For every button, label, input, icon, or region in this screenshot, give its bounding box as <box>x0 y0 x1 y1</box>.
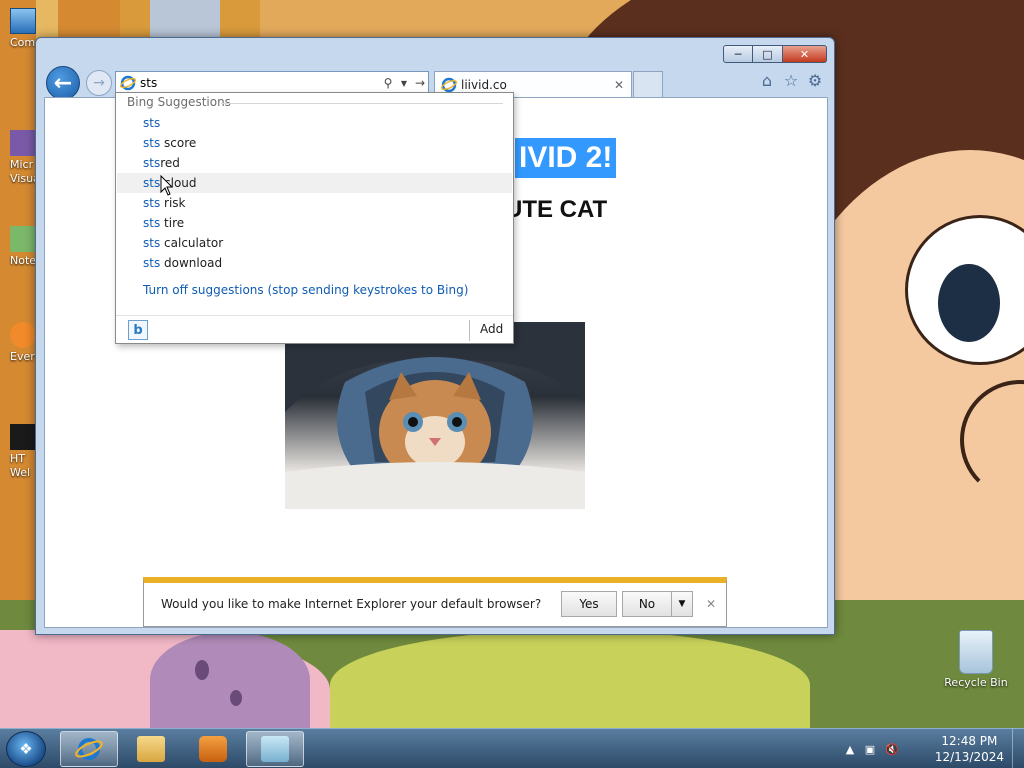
visual-studio-icon <box>10 130 36 156</box>
notification-text: Would you like to make Internet Explorer… <box>161 597 542 611</box>
ie-tab-icon <box>441 77 457 92</box>
suggestions-footer: b Add <box>116 315 513 344</box>
start-button[interactable]: ❖ <box>6 731 46 767</box>
suggestion-item[interactable]: sts risk <box>117 193 512 213</box>
maximize-button[interactable]: □ <box>753 45 783 63</box>
taskbar-internet-explorer[interactable] <box>60 731 118 767</box>
system-tray: ▲ ▣ 🔇 12:48 PM 12/13/2024 <box>834 729 1024 768</box>
desktop-icon-computer[interactable]: Com <box>0 8 40 50</box>
page-subheading: UTE CAT <box>505 196 608 223</box>
taskbar-notepad[interactable] <box>246 731 304 767</box>
cat-image <box>285 322 585 509</box>
home-icon[interactable]: ⌂ <box>758 71 776 90</box>
folder-icon <box>137 736 165 762</box>
network-icon[interactable]: ▣ <box>862 741 878 757</box>
suggestion-item[interactable]: sts score <box>117 133 512 153</box>
new-tab-button[interactable] <box>633 71 663 97</box>
page-heading: IVID 2! <box>515 138 617 178</box>
go-arrow-icon[interactable]: → <box>412 74 428 92</box>
back-button[interactable]: ← <box>46 66 80 100</box>
volume-muted-icon[interactable]: 🔇 <box>884 741 900 757</box>
footer-divider <box>469 320 470 341</box>
everything-icon <box>10 322 36 348</box>
desktop-icon-visual-studio[interactable]: Micr Visua <box>0 130 40 186</box>
add-search-provider-button[interactable]: Add <box>480 322 503 336</box>
notepad-icon <box>261 736 289 762</box>
media-player-icon <box>199 736 227 762</box>
header-divider <box>221 103 503 104</box>
yes-button[interactable]: Yes <box>561 591 617 617</box>
dropdown-arrow-icon[interactable]: ▼ <box>396 74 412 92</box>
tab-title: liivid.co <box>461 77 507 92</box>
close-tab-icon[interactable]: ✕ <box>611 77 627 93</box>
mouse-cursor-icon <box>160 175 174 196</box>
search-icon[interactable]: ⚲ <box>380 74 396 92</box>
minimize-button[interactable]: ─ <box>723 45 753 63</box>
clock-time: 12:48 PM <box>941 734 998 748</box>
close-window-button[interactable]: ✕ <box>783 45 827 63</box>
no-dropdown-arrow-icon[interactable]: ▼ <box>671 591 693 617</box>
show-desktop-button[interactable] <box>1012 729 1024 768</box>
gear-icon[interactable]: ⚙ <box>806 71 824 90</box>
desktop-icon-notepad[interactable]: Note <box>0 226 40 268</box>
favorites-star-icon[interactable]: ☆ <box>782 71 800 90</box>
address-input[interactable]: sts <box>140 76 380 90</box>
html-icon <box>10 424 36 450</box>
clock[interactable]: 12:48 PM 12/13/2024 <box>935 733 1004 765</box>
suggestions-header: Bing Suggestions <box>127 95 231 109</box>
suggestion-item[interactable]: sts calculator <box>117 233 512 253</box>
show-hidden-icons-icon[interactable]: ▲ <box>842 741 858 757</box>
taskbar-media-player[interactable] <box>184 731 242 767</box>
suggestion-item[interactable]: sts download <box>117 253 512 273</box>
suggestion-item[interactable]: sts <box>117 113 512 133</box>
caption-buttons: ─ □ ✕ <box>723 45 827 63</box>
ie-page-icon <box>120 75 136 91</box>
toolbar-icons: ⌂ ☆ ⚙ <box>758 71 824 90</box>
no-button[interactable]: No <box>622 591 672 617</box>
suggestions-dropdown: Bing Suggestions sts sts score stsred st… <box>115 92 514 344</box>
suggestion-item[interactable]: stsred <box>117 153 512 173</box>
desktop-icon-everything[interactable]: Every <box>0 322 40 364</box>
suggestion-item-hovered[interactable]: sts cloud <box>117 173 512 193</box>
bing-logo-icon[interactable]: b <box>128 320 148 340</box>
taskbar: ❖ ▲ ▣ 🔇 12:48 PM 12/13/2024 <box>0 728 1024 768</box>
recycle-bin-icon <box>959 630 993 674</box>
recycle-bin-label: Recycle Bin <box>944 676 1008 689</box>
desktop-icon-html-welcome[interactable]: HT Wel <box>0 424 40 480</box>
turn-off-suggestions-link[interactable]: Turn off suggestions (stop sending keyst… <box>143 283 468 297</box>
desktop-icon-recycle-bin[interactable]: Recycle Bin <box>942 630 1010 689</box>
taskbar-file-explorer[interactable] <box>122 731 180 767</box>
forward-button[interactable]: → <box>86 70 112 96</box>
suggestion-item[interactable]: sts tire <box>117 213 512 233</box>
ie-icon <box>75 738 103 760</box>
computer-icon <box>10 8 36 34</box>
close-notification-icon[interactable]: ✕ <box>706 597 716 611</box>
notepad-icon <box>10 226 36 252</box>
default-browser-notification: Would you like to make Internet Explorer… <box>143 577 727 627</box>
clock-date: 12/13/2024 <box>934 750 1004 764</box>
